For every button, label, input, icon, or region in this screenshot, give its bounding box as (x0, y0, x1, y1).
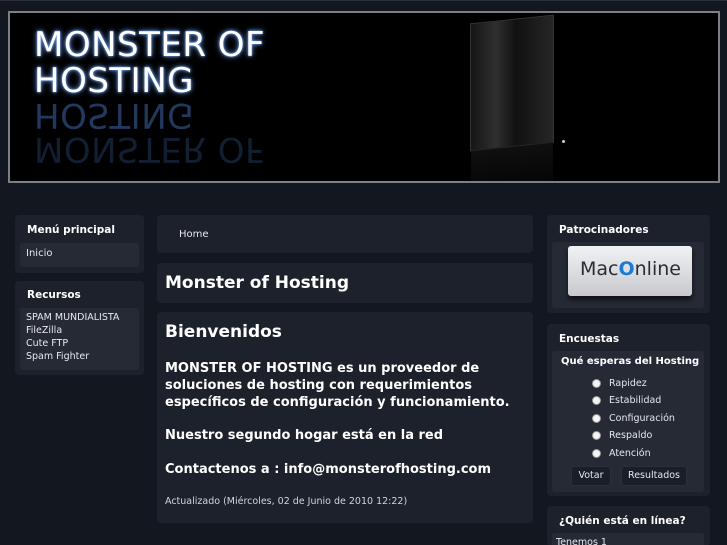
resource-link-cute-ftp[interactable]: Cute FTP (26, 337, 119, 350)
sponsors-title: Patrocinadores (559, 224, 649, 236)
article-updated-date: Actualizado (Miércoles, 02 de Junio de 2… (165, 496, 408, 507)
article-heading: Bienvenidos (165, 322, 282, 342)
resources-title: Recursos (27, 289, 81, 301)
page-title: Monster of Hosting (165, 273, 350, 293)
polls-title: Encuestas (559, 333, 620, 345)
resource-link-spam-mundialista[interactable]: SPAM MUNDIALISTA (26, 311, 119, 324)
main-menu-list: Inicio (20, 243, 139, 267)
poll-option-estabilidad[interactable]: Estabilidad (592, 395, 661, 406)
article-paragraph-intro: MONSTER OF HOSTING es un proveedor de so… (165, 361, 510, 410)
menu-item-inicio[interactable]: Inicio (26, 248, 52, 259)
results-button[interactable]: Resultados (622, 467, 686, 485)
radio-button[interactable] (592, 449, 601, 458)
resource-link-filezilla[interactable]: FileZilla (26, 324, 119, 337)
whos-online-panel: ¿Quién está en línea? Tenemos 1 (547, 506, 710, 545)
sponsors-panel: Patrocinadores MacOnline (547, 215, 710, 313)
online-count: Tenemos 1 (556, 537, 607, 545)
maconline-banner[interactable]: MacOnline (568, 246, 692, 296)
article-paragraph-contact: Contactenos a : info@monsterofhosting.co… (165, 462, 491, 477)
article-paragraph-home: Nuestro segundo hogar está en la red (165, 428, 444, 443)
maconline-logo: MacOnline (580, 258, 681, 280)
radio-button[interactable] (592, 379, 601, 388)
radio-button[interactable] (592, 414, 601, 423)
poll-option-rapidez[interactable]: Rapidez (592, 378, 647, 389)
page-title-box: Monster of Hosting (157, 263, 533, 303)
decorative-dot (562, 140, 565, 143)
breadcrumb: Home (157, 215, 533, 253)
server-tower-image (470, 14, 554, 152)
poll-option-configuracion[interactable]: Configuración (592, 413, 675, 424)
resource-link-spam-fighter[interactable]: Spam Fighter (26, 350, 119, 363)
main-menu-title: Menú principal (27, 224, 115, 236)
logo-text-line1: MONSTER OF (34, 25, 266, 65)
breadcrumb-home-link[interactable]: Home (179, 229, 209, 240)
radio-button[interactable] (592, 396, 601, 405)
vote-button[interactable]: Votar (572, 467, 610, 485)
resources-panel: Recursos SPAM MUNDIALISTA FileZilla Cute… (15, 281, 144, 375)
logo-reflection-line1: MONSTER OF (34, 129, 266, 169)
poll-option-respaldo[interactable]: Respaldo (592, 430, 652, 441)
whos-online-box: Tenemos 1 (552, 533, 704, 545)
article-panel: Bienvenidos MONSTER OF HOSTING es un pro… (157, 312, 533, 523)
poll-form: Qué esperas del Hosting Rapidez Estabili… (552, 351, 704, 492)
whos-online-title: ¿Quién está en línea? (559, 515, 686, 527)
sponsors-container: MacOnline (552, 242, 704, 308)
site-header-banner: MONSTER OF HOSTING HOSTING MONSTER OF (8, 11, 720, 183)
power-icon: O (618, 258, 635, 280)
poll-question: Qué esperas del Hosting (561, 356, 700, 367)
radio-button[interactable] (592, 431, 601, 440)
resources-list: SPAM MUNDIALISTA FileZilla Cute FTP Spam… (20, 308, 139, 370)
poll-option-atencion[interactable]: Atención (592, 448, 651, 459)
page-frame: MONSTER OF HOSTING HOSTING MONSTER OF Me… (0, 0, 727, 545)
polls-panel: Encuestas Qué esperas del Hosting Rapide… (547, 324, 710, 496)
main-menu-panel: Menú principal Inicio (15, 215, 144, 273)
